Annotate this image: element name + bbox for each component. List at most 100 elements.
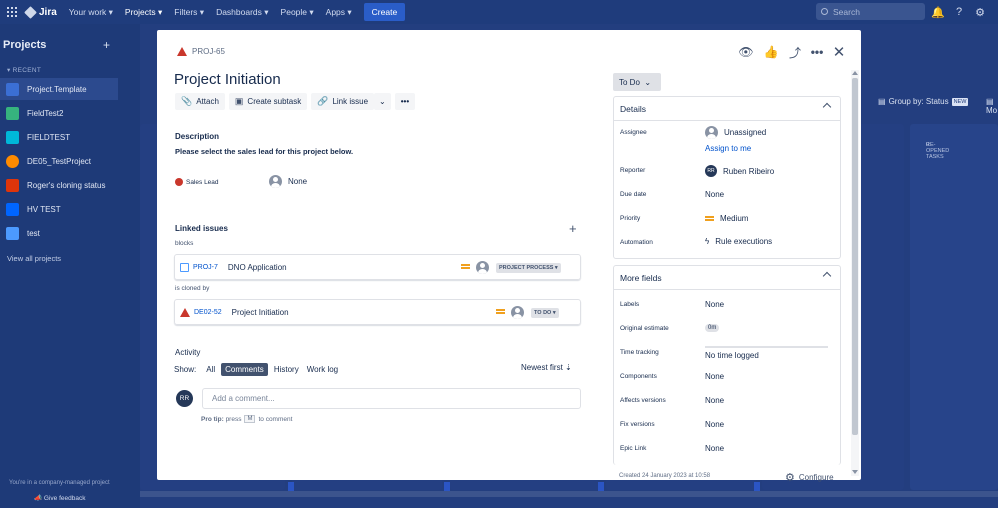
assignee-value[interactable]: Unassigned	[705, 126, 766, 139]
tab-work-log[interactable]: Work log	[303, 363, 342, 376]
more-actions-icon[interactable]: •••	[809, 44, 825, 60]
more-toolbar-icon[interactable]: •••	[394, 93, 416, 110]
linked-issue-row[interactable]: PROJ-7 DNO Application PROJECT PROCESS ▾	[174, 254, 581, 280]
description-heading: Description	[175, 132, 220, 141]
sidebar-project-item[interactable]: HV TEST	[0, 198, 118, 220]
pro-tip: Pro tip: press M to comment	[201, 415, 292, 423]
modal-scrollbar[interactable]	[851, 70, 859, 476]
nav-dashboards[interactable]: Dashboards ▾	[216, 7, 268, 18]
priority-value[interactable]: Medium	[705, 214, 748, 223]
comment-input[interactable]: Add a comment...	[202, 388, 581, 409]
sidebar-project-item[interactable]: FieldTest2	[0, 102, 118, 124]
close-icon[interactable]: ✕	[831, 44, 847, 61]
create-button[interactable]: Create	[363, 3, 406, 21]
link-issue-button[interactable]: 🔗 Link issue	[311, 93, 375, 110]
linked-issue-status[interactable]: PROJECT PROCESS ▾	[496, 263, 561, 273]
configure-button[interactable]: ⚙ Configure	[785, 471, 834, 484]
create-subtask-button[interactable]: ▣ Create subtask	[228, 93, 308, 110]
nav-filters[interactable]: Filters ▾	[174, 7, 204, 18]
description-text[interactable]: Please select the sales lead for this pr…	[175, 147, 353, 156]
task-type-icon	[180, 262, 189, 272]
project-avatar-icon	[6, 178, 19, 192]
add-project-icon[interactable]: +	[103, 38, 110, 52]
sidebar-project-item[interactable]: Project.Template	[0, 78, 118, 100]
notifications-icon[interactable]: 🔔	[931, 5, 945, 19]
epic-link-value[interactable]: None	[705, 444, 724, 453]
jira-logo[interactable]: Jira	[24, 5, 57, 19]
linked-issue-summary[interactable]: DNO Application	[228, 263, 287, 272]
link-icon: 🔗	[317, 96, 329, 106]
sales-lead-value[interactable]: None	[269, 175, 307, 188]
issue-breadcrumb[interactable]: PROJ-65	[177, 47, 225, 56]
view-all-projects-link[interactable]: View all projects	[7, 254, 61, 263]
watch-eye-icon[interactable]: 👁	[738, 44, 754, 60]
scroll-up-arrow-icon[interactable]	[852, 71, 858, 75]
issue-title[interactable]: Project Initiation	[174, 71, 281, 88]
sidebar-project-item[interactable]: DE05_TestProject	[0, 150, 118, 172]
labels-value[interactable]: None	[705, 300, 724, 309]
original-estimate-label: Original estimate	[620, 325, 669, 332]
issue-key: PROJ-65	[192, 47, 225, 56]
linked-issue-row[interactable]: DE02-52 Project Initiation TO DO ▾	[174, 299, 581, 325]
tab-all[interactable]: All	[202, 363, 219, 376]
tab-history[interactable]: History	[270, 363, 303, 376]
nav-your-work[interactable]: Your work ▾	[69, 7, 113, 18]
project-avatar-icon	[6, 226, 19, 240]
share-icon[interactable]: ⤴	[787, 44, 803, 60]
group-by-control[interactable]: ▤ Group by: Status NEW	[878, 97, 969, 106]
due-date-label: Due date	[620, 191, 647, 198]
due-date-value[interactable]: None	[705, 190, 724, 199]
linked-issue-key[interactable]: DE02-52	[194, 309, 222, 316]
link-relation-cloned: is cloned by	[175, 285, 210, 292]
affects-versions-value[interactable]: None	[705, 396, 724, 405]
linked-issue-summary[interactable]: Project Initiation	[232, 308, 289, 317]
jira-logo-icon	[24, 5, 37, 19]
components-value[interactable]: None	[705, 372, 724, 381]
automation-value[interactable]: ϟ Rule executions	[705, 237, 772, 246]
give-feedback-link[interactable]: 📣 Give feedback	[34, 494, 85, 502]
scrollbar-thumb[interactable]	[852, 78, 858, 435]
project-avatar-icon	[6, 106, 19, 120]
scroll-down-arrow-icon[interactable]	[852, 470, 858, 474]
time-tracking-bar[interactable]	[705, 346, 828, 348]
details-panel: Details Assignee Unassigned Assign to me…	[613, 96, 841, 259]
tab-comments[interactable]: Comments	[221, 363, 268, 376]
sidebar-project-item[interactable]: test	[0, 222, 118, 244]
reporter-value[interactable]: RR Ruben Ribeiro	[705, 165, 774, 177]
board-more-control[interactable]: ▤ Mo	[986, 97, 998, 115]
link-issue-dropdown[interactable]: ⌄	[374, 93, 391, 110]
lightning-icon: ϟ	[705, 237, 710, 246]
attach-button[interactable]: 📎 Attach	[175, 93, 225, 110]
board-horizontal-scrollbar[interactable]	[140, 491, 998, 497]
activity-filter: Show: All Comments History Work log	[174, 363, 342, 376]
details-header[interactable]: Details	[614, 97, 840, 121]
help-icon[interactable]: ?	[952, 5, 966, 19]
user-avatar-icon	[269, 175, 282, 188]
subtask-icon: ▣	[234, 96, 244, 106]
column-title: RE-OPENED TASKS	[926, 142, 950, 160]
assign-to-me-link[interactable]: Assign to me	[705, 144, 751, 153]
add-link-plus-icon[interactable]: +	[569, 221, 577, 236]
gear-icon: ⚙	[785, 472, 795, 484]
nav-projects[interactable]: Projects ▾	[125, 7, 162, 18]
sort-order-button[interactable]: Newest first ⇣	[521, 363, 572, 372]
nav-apps[interactable]: Apps ▾	[326, 7, 352, 18]
chevron-up-icon	[822, 102, 832, 112]
search-input[interactable]: Search	[816, 3, 925, 20]
sidebar-title: Projects	[3, 39, 47, 51]
like-thumb-icon[interactable]: 👍	[763, 44, 779, 60]
original-estimate-value[interactable]: 0m	[705, 324, 720, 332]
status-dropdown[interactable]: To Do ⌄	[613, 73, 661, 91]
linked-issue-status[interactable]: TO DO ▾	[531, 308, 559, 318]
sidebar-project-item[interactable]: Roger's cloning status	[0, 174, 118, 196]
app-switcher-icon[interactable]	[7, 7, 17, 17]
time-tracking-value[interactable]: No time logged	[705, 351, 759, 360]
project-avatar-icon	[6, 82, 19, 96]
sidebar-project-item[interactable]: FIELDTEST	[0, 126, 118, 148]
more-fields-header[interactable]: More fields	[614, 266, 840, 290]
linked-issue-key[interactable]: PROJ-7	[193, 264, 218, 271]
fix-versions-value[interactable]: None	[705, 420, 724, 429]
project-label: FIELDTEST	[27, 132, 71, 142]
settings-gear-icon[interactable]: ⚙	[973, 5, 987, 19]
nav-people[interactable]: People ▾	[281, 7, 314, 18]
